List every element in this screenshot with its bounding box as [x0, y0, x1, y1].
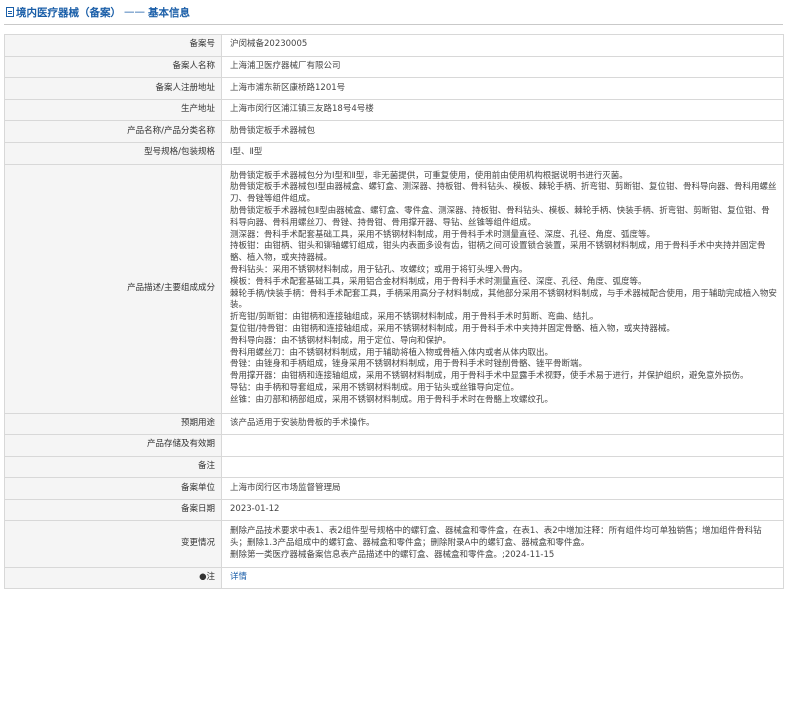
description-line: 骨锉：由锉身和手柄组成，锉身采用不锈钢材料制成，用于骨科手术时锉削骨骼、锉平骨断… — [230, 359, 588, 370]
description-value: 肋骨锁定板手术器械包分为Ⅰ型和Ⅱ型，非无菌提供，可重复使用，使用前由使用机构根据… — [221, 163, 784, 414]
change-value: 删除产品技术要求中表1、表2组件型号规格中的螺钉盒、器械盒和零件盒，在表1、表2… — [221, 520, 784, 568]
field-label: 产品名称/产品分类名称 — [4, 120, 222, 143]
field-label: 产品存储及有效期 — [4, 434, 222, 457]
field-label: 备案人名称 — [4, 55, 222, 79]
description-line: 骨科导向器：由不锈钢材料制成，用于定位、导向和保护。 — [230, 335, 452, 346]
product-name-value: 肋骨锁定板手术器械包 — [221, 120, 784, 143]
table-row: 备案日期 2023-01-12 — [4, 498, 784, 522]
document-icon — [6, 7, 14, 17]
change-line: 删除第一类医疗器械备案信息表产品描述中的螺钉盒、器械盒和零件盒。;2024-11… — [230, 550, 555, 561]
description-line: 骨用撑开器：由钳柄和连接轴组成，采用不锈钢材料制成，用于骨科手术中显露手术视野，… — [230, 371, 749, 382]
remark-value — [221, 455, 784, 479]
table-row: 型号规格/包装规格 Ⅰ型、Ⅱ型 — [4, 141, 784, 165]
table-row: 备注 — [4, 455, 784, 479]
title-separator: —— — [124, 6, 145, 18]
description-line: 测深器：骨科手术配套基础工具，采用不锈钢材料制成，用于骨科手术时测量直径、深度、… — [230, 229, 656, 240]
table-row: 生产地址 上海市闵行区浦江镇三友路18号4号楼 — [4, 98, 784, 122]
field-label: 备案人注册地址 — [4, 77, 222, 100]
field-label: 备案日期 — [4, 498, 222, 522]
table-row: 产品描述/主要组成成分 肋骨锁定板手术器械包分为Ⅰ型和Ⅱ型，非无菌提供，可重复使… — [4, 163, 784, 414]
table-row: 产品存储及有效期 — [4, 434, 784, 457]
table-row: 备案单位 上海市闵行区市场监督管理局 — [4, 477, 784, 500]
field-label: 变更情况 — [4, 520, 222, 568]
field-label: 生产地址 — [4, 98, 222, 122]
field-label: 产品描述/主要组成成分 — [4, 163, 222, 414]
production-address-value: 上海市闵行区浦江镇三友路18号4号楼 — [221, 98, 784, 122]
description-line: 肋骨锁定板手术器械包Ⅰ型由器械盒、螺钉盒、测深器、持板钳、骨科钻头、模板、棘轮手… — [230, 182, 777, 205]
table-row: 备案号 沪闵械备20230005 — [4, 34, 784, 57]
table-row: 备案人注册地址 上海市浦东新区康桥路1201号 — [4, 77, 784, 100]
note-value: 详情 — [221, 566, 784, 590]
field-label: ●注 — [4, 566, 222, 590]
description-line: 导钻：由手柄和导套组成，采用不锈钢材料制成。用于钻头或丝锥导向定位。 — [230, 382, 520, 393]
description-line: 骨科钻头：采用不锈钢材料制成，用于钻孔、攻螺纹；或用于将钉头埋入骨内。 — [230, 264, 528, 275]
table-row: ●注 详情 — [4, 566, 784, 590]
record-date-value: 2023-01-12 — [221, 498, 784, 522]
description-line: 骨科用螺丝刀：由不锈钢材料制成，用于辅助将植入物或骨植入体内或者从体内取出。 — [230, 347, 554, 358]
field-label: 型号规格/包装规格 — [4, 141, 222, 165]
page-title-bar: 境内医疗器械（备案） —— 基本信息 — [4, 0, 783, 25]
change-line: 删除产品技术要求中表1、表2组件型号规格中的螺钉盒、器械盒和零件盒，在表1、表2… — [230, 526, 762, 549]
registrant-name-value: 上海浦卫医疗器械厂有限公司 — [221, 55, 784, 79]
field-label: 备案号 — [4, 34, 222, 57]
model-spec-value: Ⅰ型、Ⅱ型 — [221, 141, 784, 165]
description-line: 折弯钳/剪断钳：由钳柄和连接轴组成，采用不锈钢材料制成，用于骨科手术时剪断、弯曲… — [230, 312, 599, 323]
description-line: 复位钳/持骨钳：由钳柄和连接轴组成，采用不锈钢材料制成，用于骨科手术中夹持并固定… — [230, 323, 675, 334]
page-subtitle: 基本信息 — [148, 6, 190, 19]
details-link[interactable]: 详情 — [230, 572, 247, 582]
storage-value — [221, 434, 784, 457]
table-row: 产品名称/产品分类名称 肋骨锁定板手术器械包 — [4, 120, 784, 143]
description-line: 丝锥：由刃部和柄部组成，采用不锈钢材料制成。用于骨科手术时在骨骼上攻螺纹孔。 — [230, 394, 554, 405]
record-unit-value: 上海市闵行区市场监督管理局 — [221, 477, 784, 500]
field-label: 备注 — [4, 455, 222, 479]
description-line: 肋骨锁定板手术器械包Ⅱ型由器械盒、螺钉盒、零件盒、测深器、持板钳、骨科钻头、模板… — [230, 205, 770, 228]
intended-use-value: 该产品适用于安装肋骨板的手术操作。 — [221, 412, 784, 436]
table-row: 备案人名称 上海浦卫医疗器械厂有限公司 — [4, 55, 784, 79]
description-line: 持板钳：由钳柄、钳头和铆轴螺钉组成，钳头内表面多设有齿，钳柄之间可设置锁合装置，… — [230, 241, 766, 264]
registrant-address-value: 上海市浦东新区康桥路1201号 — [221, 77, 784, 100]
page-title: 境内医疗器械（备案） — [16, 6, 121, 19]
description-line: 肋骨锁定板手术器械包分为Ⅰ型和Ⅱ型，非无菌提供，可重复使用，使用前由使用机构根据… — [230, 170, 628, 181]
record-no-value: 沪闵械备20230005 — [221, 34, 784, 57]
description-line: 模板：骨科手术配套基础工具，采用铝合金材料制成，用于骨科手术时测量直径、深度、孔… — [230, 276, 647, 287]
description-line: 棘轮手柄/快装手柄：骨科手术配套工具，手柄采用高分子材料制成，其他部分采用不锈钢… — [230, 288, 777, 311]
table-row: 变更情况 删除产品技术要求中表1、表2组件型号规格中的螺钉盒、器械盒和零件盒，在… — [4, 520, 784, 568]
record-info-table: 备案号 沪闵械备20230005 备案人名称 上海浦卫医疗器械厂有限公司 备案人… — [4, 34, 784, 590]
field-label: 备案单位 — [4, 477, 222, 500]
table-row: 预期用途 该产品适用于安装肋骨板的手术操作。 — [4, 412, 784, 436]
field-label: 预期用途 — [4, 412, 222, 436]
